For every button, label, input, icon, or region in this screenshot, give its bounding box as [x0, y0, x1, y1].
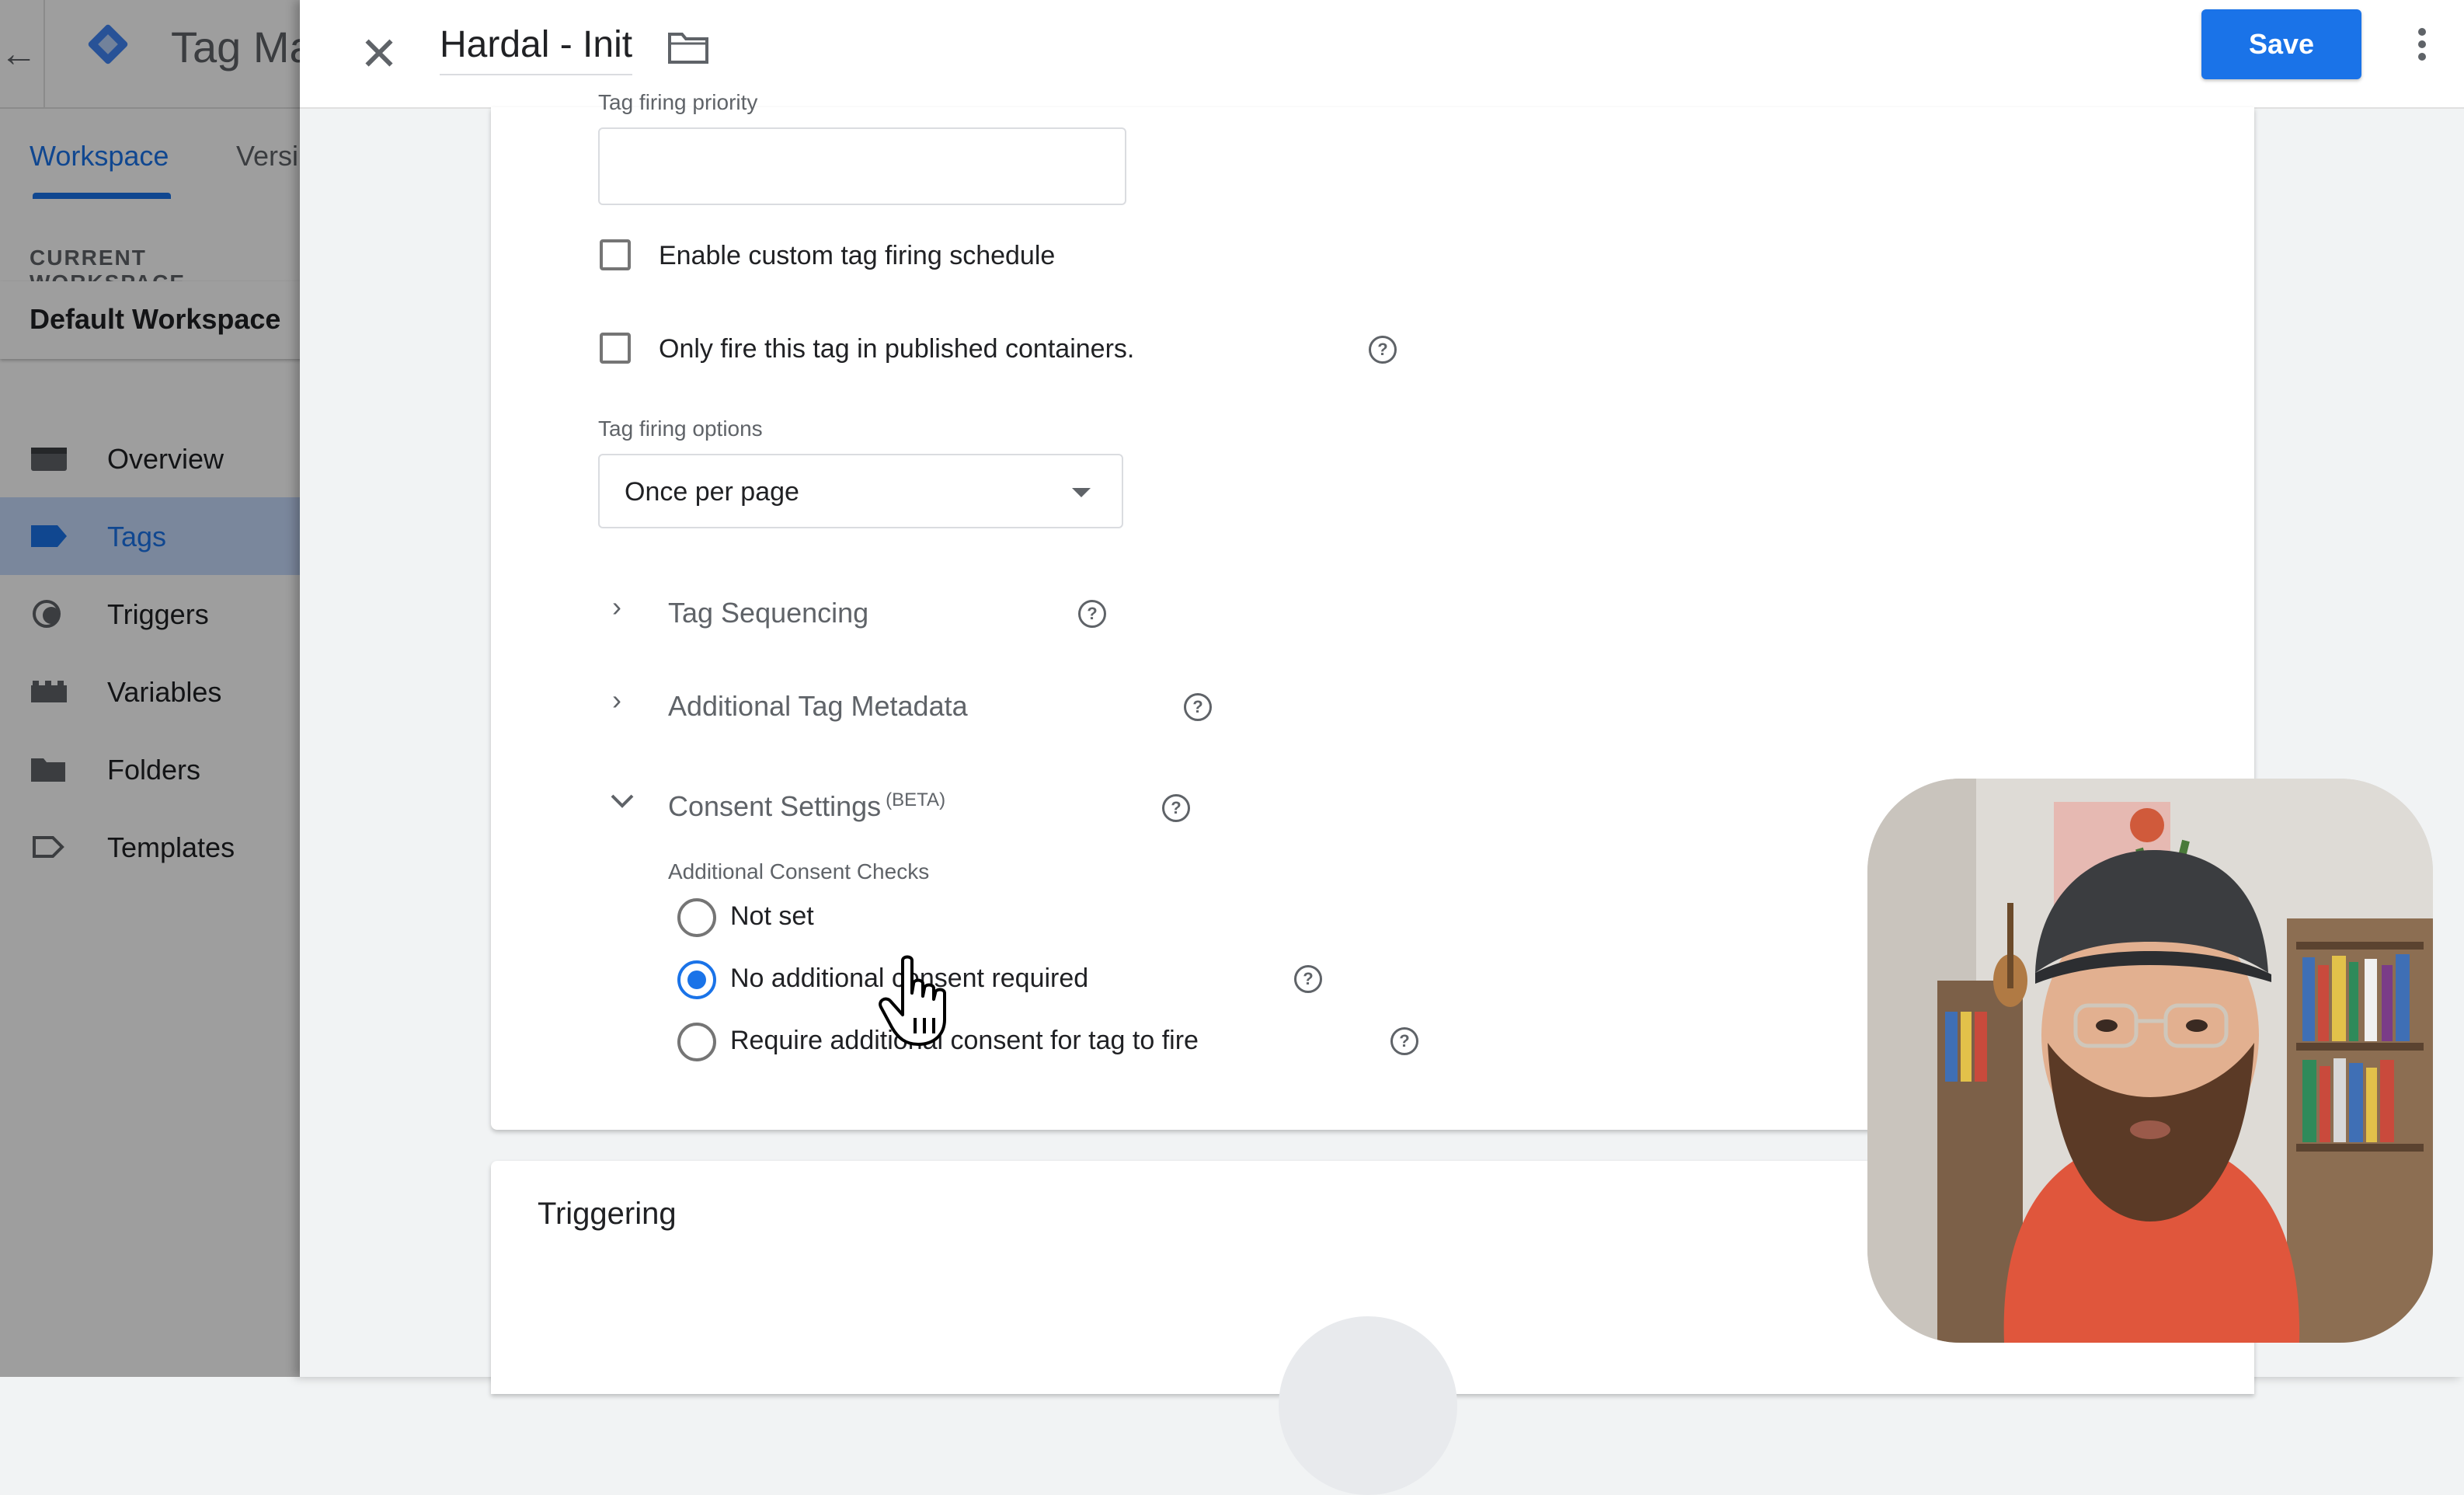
- presenter-video-image: [1867, 779, 2433, 1343]
- tag-name-title[interactable]: Hardal - Init: [440, 23, 633, 75]
- custom-schedule-checkbox[interactable]: [600, 239, 631, 270]
- help-icon[interactable]: ?: [1184, 693, 1212, 721]
- help-icon[interactable]: ?: [1294, 965, 1322, 993]
- consent-settings-title: Consent Settings: [668, 790, 882, 822]
- published-only-checkbox[interactable]: [600, 333, 631, 364]
- chevron-right-icon[interactable]: ›: [612, 593, 635, 621]
- consent-settings-toggle[interactable]: Consent Settings (BETA): [668, 789, 945, 823]
- dropdown-arrow-icon: [1072, 488, 1091, 497]
- tag-firing-options-select[interactable]: Once per page: [598, 454, 1123, 528]
- folder-outline-icon[interactable]: [666, 30, 710, 65]
- tag-sequencing-toggle[interactable]: Tag Sequencing: [668, 597, 868, 629]
- radio-label: Not set: [730, 901, 814, 931]
- webcam-overlay: [1867, 779, 2433, 1343]
- consent-radio-require[interactable]: [677, 1023, 716, 1061]
- hand-cursor-icon: [879, 955, 946, 1046]
- consent-radio-no-additional[interactable]: [677, 960, 716, 999]
- tag-firing-options-label: Tag firing options: [598, 416, 763, 441]
- triggering-title: Triggering: [538, 1197, 677, 1231]
- help-icon[interactable]: ?: [1162, 794, 1190, 822]
- radio-label: Require additional consent for tag to fi…: [730, 1026, 1199, 1055]
- additional-consent-label: Additional Consent Checks: [668, 859, 930, 883]
- custom-schedule-label: Enable custom tag firing schedule: [659, 241, 1056, 270]
- close-icon[interactable]: ✕: [348, 23, 410, 85]
- trigger-placeholder-icon[interactable]: [1279, 1316, 1457, 1495]
- modal-scrim[interactable]: [0, 0, 303, 1377]
- consent-radio-not-set[interactable]: [677, 898, 716, 937]
- tag-firing-priority-label: Tag firing priority: [598, 90, 758, 114]
- additional-metadata-toggle[interactable]: Additional Tag Metadata: [668, 690, 968, 723]
- help-icon[interactable]: ?: [1369, 336, 1397, 364]
- published-only-label: Only fire this tag in published containe…: [659, 334, 1135, 364]
- tag-firing-priority-input[interactable]: [598, 127, 1126, 205]
- select-value: Once per page: [625, 477, 799, 507]
- chevron-right-icon[interactable]: ›: [612, 686, 635, 714]
- gtm-sidebar-app: ← Tag Ma Workspace Versi CURRENT WORKSPA…: [0, 0, 303, 1377]
- save-button[interactable]: Save: [2201, 9, 2361, 79]
- beta-badge: (BETA): [886, 789, 946, 810]
- more-vert-icon[interactable]: [2407, 23, 2438, 70]
- help-icon[interactable]: ?: [1078, 600, 1106, 628]
- help-icon[interactable]: ?: [1390, 1027, 1418, 1055]
- chevron-down-icon[interactable]: [609, 791, 635, 810]
